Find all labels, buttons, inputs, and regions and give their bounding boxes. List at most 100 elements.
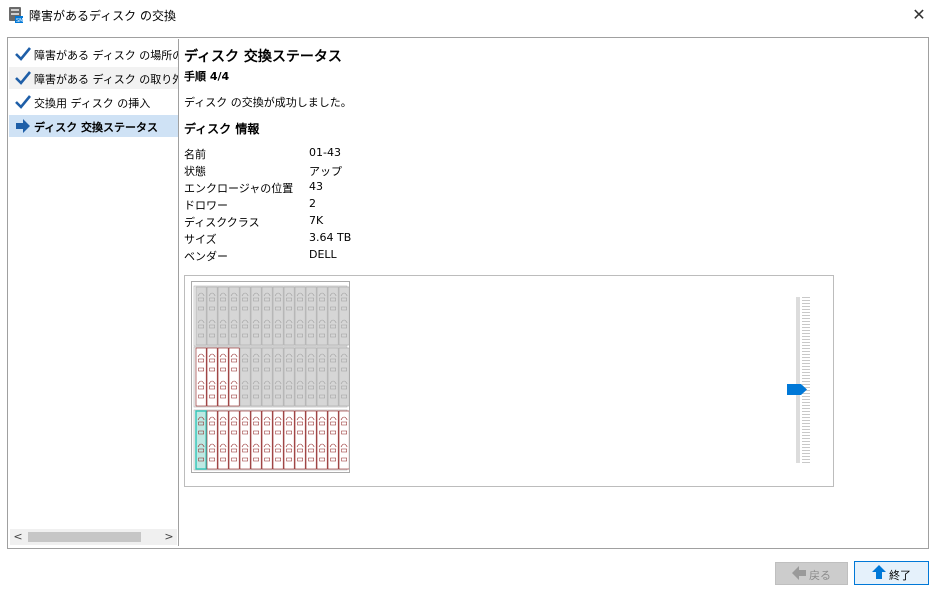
- disk-slot[interactable]: [195, 347, 207, 407]
- info-label: ドロワー: [184, 199, 228, 212]
- drawer-3: [193, 409, 350, 471]
- disk-slot[interactable]: [294, 410, 306, 470]
- arrow-left-icon: [792, 566, 806, 580]
- close-button[interactable]: ✕: [908, 4, 930, 26]
- sidebar-item-insert-disk[interactable]: 交換用 ディスク の挿入: [9, 91, 178, 113]
- disk-slot[interactable]: [261, 410, 273, 470]
- disk-slot[interactable]: [338, 347, 350, 407]
- drawer-1: [193, 285, 350, 347]
- disk-slot[interactable]: [283, 410, 295, 470]
- disk-slot[interactable]: [217, 286, 229, 346]
- zoom-slider-handle[interactable]: [787, 384, 807, 395]
- disk-slot[interactable]: [327, 410, 339, 470]
- wizard-frame: 障害がある ディスク の場所の特定 障害がある ディスク の取り外し 交換用 デ…: [7, 37, 929, 549]
- sidebar-item-locate-disk[interactable]: 障害がある ディスク の場所の特定: [9, 43, 178, 65]
- disk-slot[interactable]: [228, 347, 240, 407]
- disk-slot[interactable]: [206, 410, 218, 470]
- close-icon: ✕: [912, 5, 926, 24]
- disk-slot[interactable]: [327, 286, 339, 346]
- disk-slot[interactable]: [272, 347, 284, 407]
- info-value: 43: [309, 180, 323, 193]
- sidebar-item-label: 交換用 ディスク の挿入: [34, 97, 151, 110]
- disk-slot[interactable]: [239, 347, 251, 407]
- back-button[interactable]: 戻る: [775, 562, 848, 585]
- disk-slot[interactable]: [305, 347, 317, 407]
- disk-slot[interactable]: [272, 286, 284, 346]
- disk-slot[interactable]: [338, 286, 350, 346]
- disk-slot[interactable]: [327, 347, 339, 407]
- success-message: ディスク の交換が成功しました。: [184, 96, 352, 109]
- finish-button-label: 終了: [889, 569, 911, 582]
- window-title: 障害があるディスク の交換: [29, 9, 176, 23]
- info-label: 名前: [184, 148, 206, 161]
- disk-slot[interactable]: [316, 410, 328, 470]
- disk-slot[interactable]: [217, 410, 229, 470]
- zoom-slider-track[interactable]: [796, 297, 800, 463]
- check-icon: [15, 95, 31, 109]
- info-label: 状態: [184, 165, 206, 178]
- disk-slot[interactable]: [228, 286, 240, 346]
- disk-slot[interactable]: [228, 410, 240, 470]
- info-value: 2: [309, 197, 316, 210]
- arrow-right-icon: [16, 119, 30, 133]
- arrow-up-icon: [872, 565, 886, 579]
- disk-slot[interactable]: [206, 347, 218, 407]
- disk-slot[interactable]: [217, 347, 229, 407]
- info-value: 3.64 TB: [309, 231, 352, 244]
- sidebar-item-label: 障害がある ディスク の取り外し: [34, 73, 178, 86]
- disk-slot[interactable]: [338, 410, 350, 470]
- sidebar-item-label: 障害がある ディスク の場所の特定: [34, 49, 178, 62]
- disk-slot[interactable]: [195, 410, 207, 470]
- scroll-thumb[interactable]: [28, 532, 141, 542]
- disk-slot[interactable]: [250, 410, 262, 470]
- disk-slot[interactable]: [316, 347, 328, 407]
- check-icon: [15, 47, 31, 61]
- disk-slot[interactable]: [294, 347, 306, 407]
- enclosure-drawers: [192, 282, 350, 472]
- check-icon: [15, 71, 31, 85]
- disk-slot[interactable]: [283, 286, 295, 346]
- disk-slot[interactable]: [195, 286, 207, 346]
- disk-slot[interactable]: [250, 286, 262, 346]
- sidebar-item-replace-status[interactable]: ディスク 交換ステータス: [9, 115, 178, 137]
- zoom-slider-ticks: [802, 297, 810, 463]
- disk-slot[interactable]: [239, 286, 251, 346]
- svg-text:SM: SM: [16, 18, 24, 24]
- info-row-drawer: ドロワー 2: [184, 197, 584, 214]
- step-indicator: 手順 4/4: [184, 70, 230, 83]
- info-row-state: 状態 アップ: [184, 163, 584, 180]
- sidebar-item-remove-disk[interactable]: 障害がある ディスク の取り外し: [9, 67, 178, 89]
- drawer-2: [193, 346, 350, 408]
- info-value: アップ: [309, 165, 342, 178]
- sidebar-horizontal-scrollbar[interactable]: < >: [10, 529, 177, 545]
- disk-slot[interactable]: [283, 347, 295, 407]
- title-bar: SM 障害があるディスク の交換 ✕: [0, 0, 936, 30]
- disk-slot[interactable]: [261, 347, 273, 407]
- disk-slot[interactable]: [250, 347, 262, 407]
- info-label: ディスククラス: [184, 216, 260, 229]
- info-row-name: 名前 01-43: [184, 146, 584, 163]
- enclosure-image[interactable]: [191, 281, 350, 473]
- disk-slot[interactable]: [316, 286, 328, 346]
- step-sidebar: 障害がある ディスク の場所の特定 障害がある ディスク の取り外し 交換用 デ…: [9, 39, 179, 546]
- info-label: エンクロージャの位置: [184, 182, 294, 195]
- info-value: DELL: [309, 248, 337, 261]
- disk-slot[interactable]: [272, 410, 284, 470]
- scroll-right-button[interactable]: >: [161, 529, 177, 545]
- finish-button[interactable]: 終了: [854, 561, 929, 585]
- section-title: ディスク 情報: [184, 122, 260, 136]
- back-button-label: 戻る: [809, 569, 831, 582]
- enclosure-viewer[interactable]: [184, 275, 834, 487]
- disk-slot[interactable]: [294, 286, 306, 346]
- info-label: ベンダー: [184, 250, 228, 263]
- info-row-vendor: ベンダー DELL: [184, 248, 584, 265]
- disk-slot[interactable]: [305, 286, 317, 346]
- scroll-left-button[interactable]: <: [10, 529, 26, 545]
- disk-slot[interactable]: [206, 286, 218, 346]
- disk-slot[interactable]: [261, 286, 273, 346]
- disk-slot[interactable]: [305, 410, 317, 470]
- disk-slot[interactable]: [239, 410, 251, 470]
- sidebar-item-label: ディスク 交換ステータス: [34, 121, 159, 134]
- info-value: 01-43: [309, 146, 341, 159]
- info-value: 7K: [309, 214, 324, 227]
